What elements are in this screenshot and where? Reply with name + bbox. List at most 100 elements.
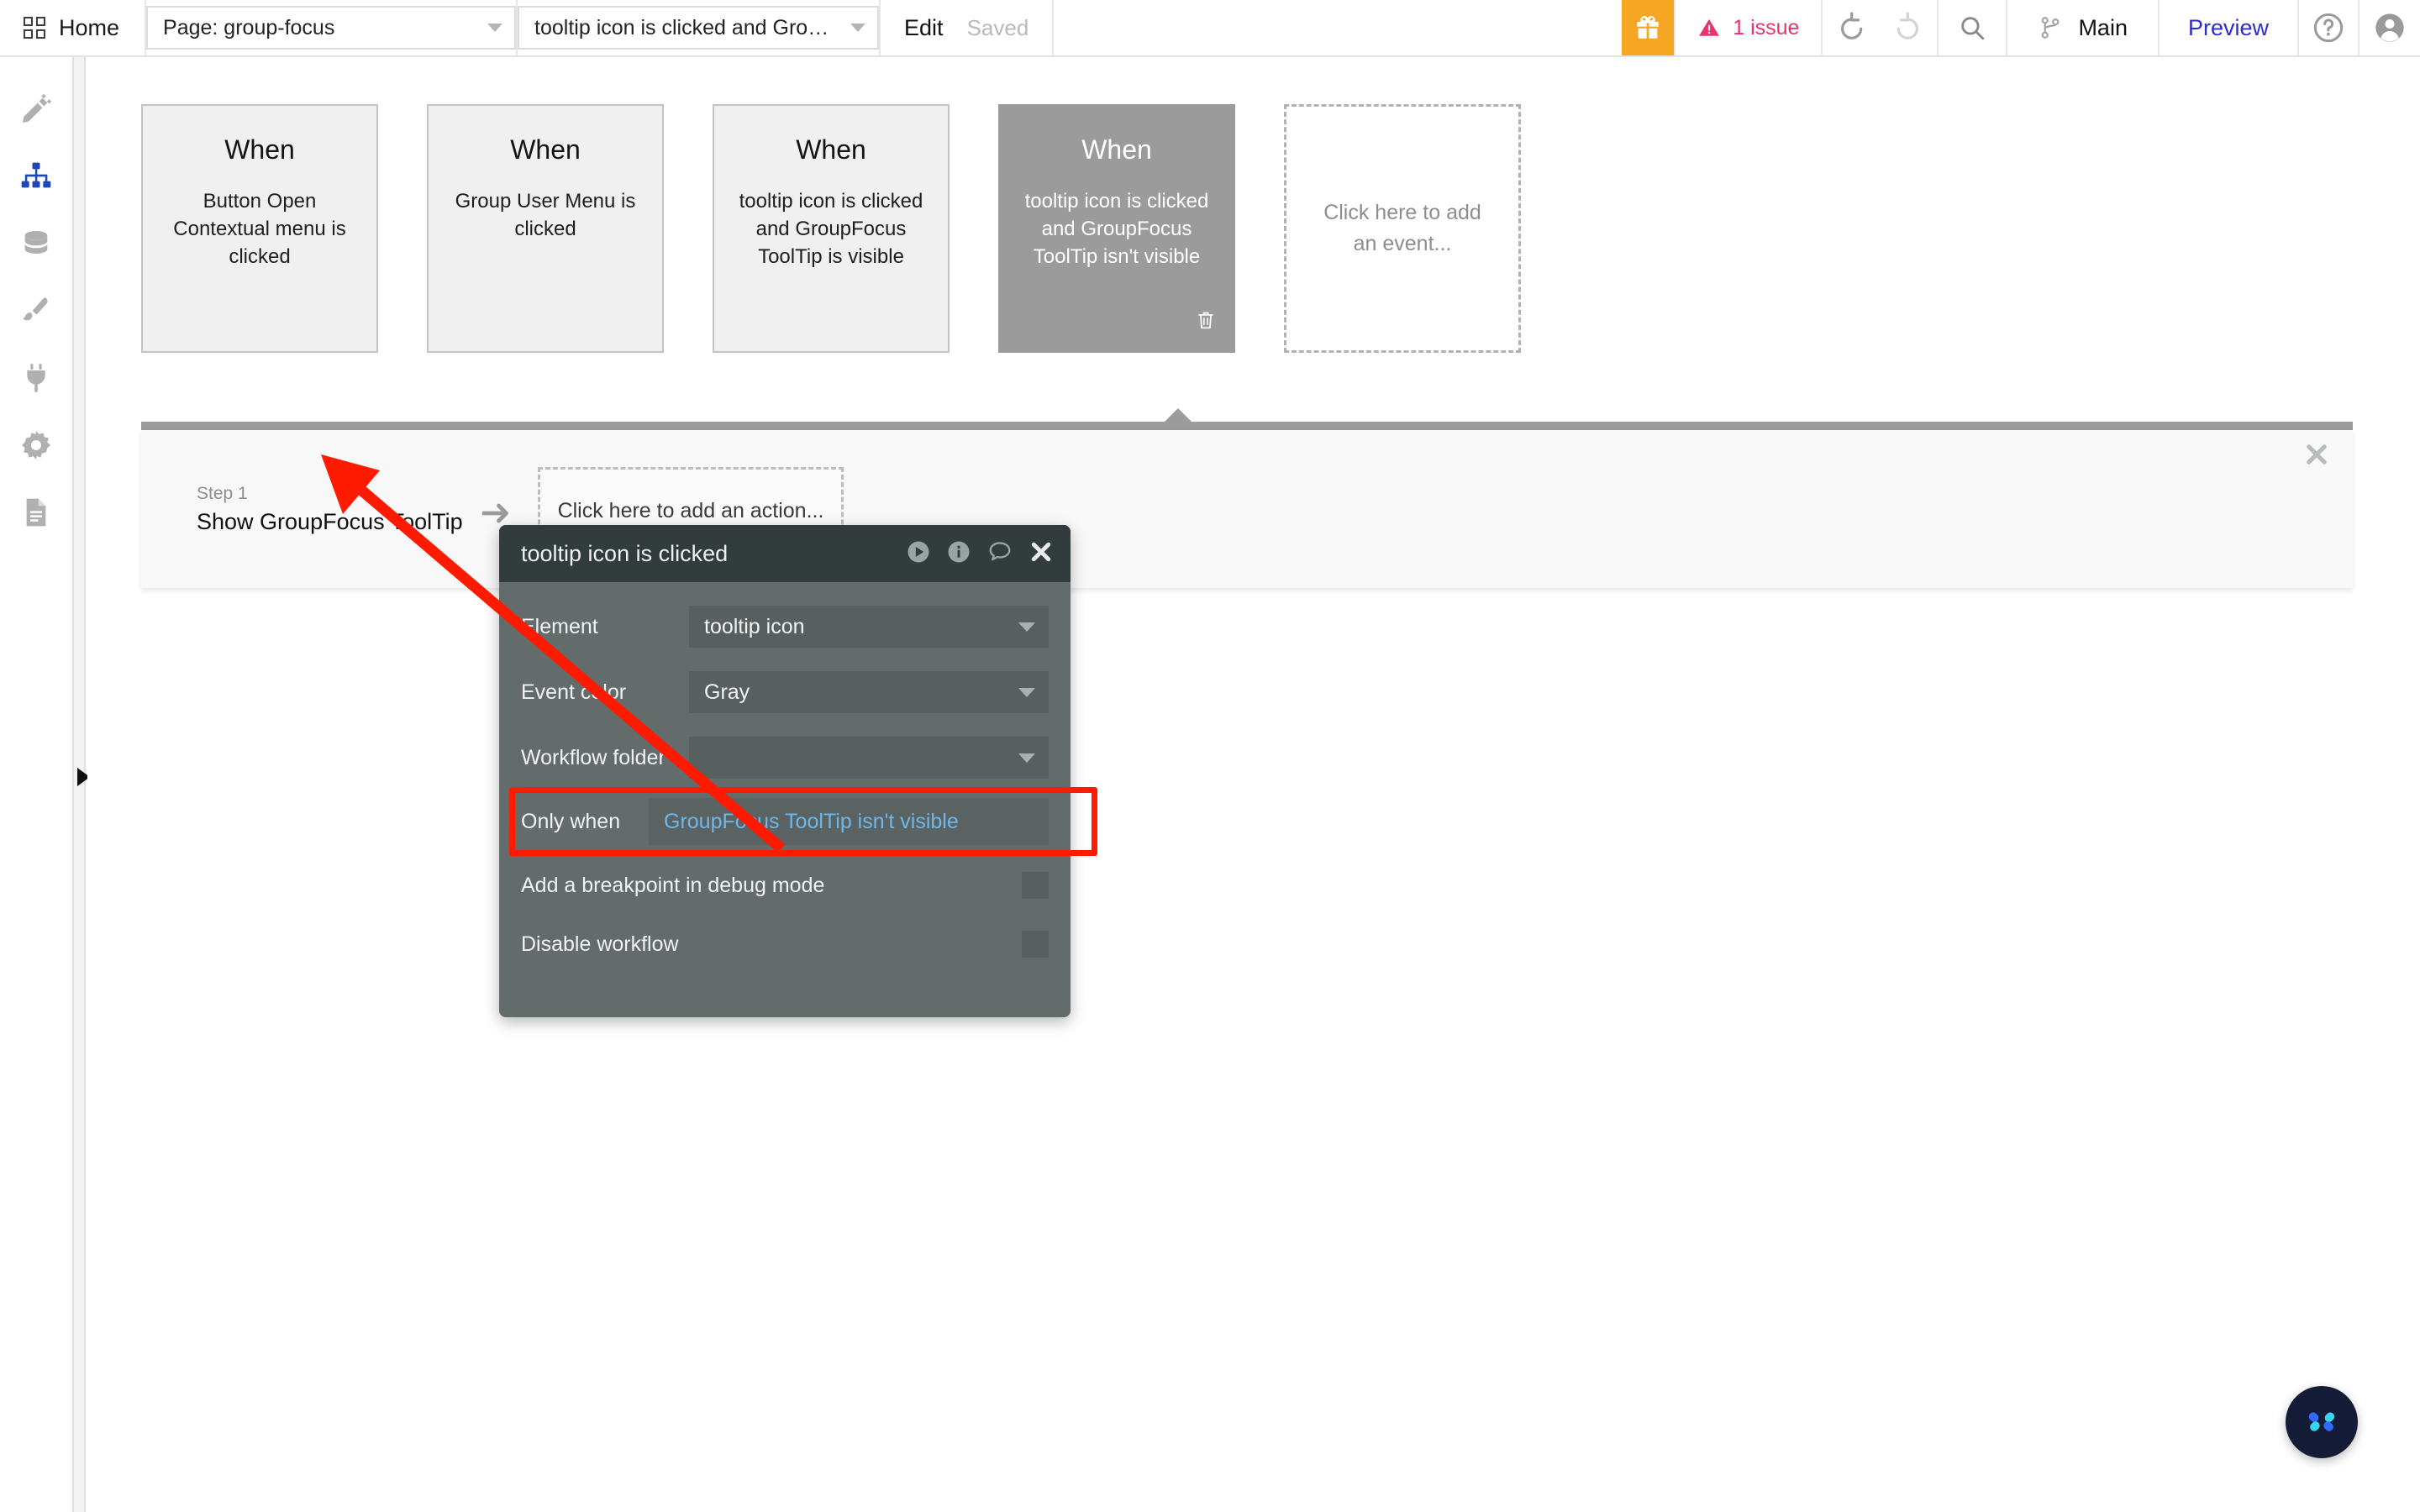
property-row-event-color: Event color Gray (521, 666, 1049, 718)
event-description: tooltip icon is clicked and GroupFocus T… (733, 187, 929, 270)
document-icon (19, 496, 53, 529)
user-avatar-button[interactable] (2360, 0, 2420, 55)
left-sidebar-rail (0, 57, 74, 1512)
step-panel: Step 1 Show GroupFocus ToolTip Click her… (141, 430, 2353, 588)
gift-button[interactable] (1622, 0, 1674, 55)
element-dropdown-value: tooltip icon (704, 615, 805, 639)
chevron-down-icon (1018, 753, 1035, 763)
events-row: When Button Open Contextual menu is clic… (141, 104, 1521, 353)
property-editor-panel: tooltip icon is clicked (499, 525, 1071, 1017)
paintbrush-icon (19, 294, 53, 328)
run-icon (906, 539, 931, 564)
sidebar-item-logs[interactable] (0, 479, 73, 546)
event-card[interactable]: When Group User Menu is clicked (427, 104, 664, 353)
event-card[interactable]: When Button Open Contextual menu is clic… (141, 104, 378, 353)
workflow-canvas: When Button Open Contextual menu is clic… (87, 57, 2420, 1512)
step-number-label: Step 1 (197, 484, 474, 504)
comment-button[interactable] (986, 539, 1013, 569)
undo-button[interactable] (1841, 10, 1873, 46)
close-step-panel-button[interactable] (2302, 440, 2331, 473)
redo-button[interactable] (1886, 10, 1918, 46)
info-button[interactable] (946, 539, 971, 569)
run-button[interactable] (906, 539, 931, 569)
page-selector-value: Page: group-focus (163, 16, 334, 40)
event-description: tooltip icon is clicked and GroupFocus T… (1018, 187, 1215, 270)
event-color-dropdown[interactable]: Gray (689, 671, 1049, 713)
search-icon (1958, 13, 1986, 42)
workflow-folder-dropdown[interactable] (689, 737, 1049, 779)
saved-status-label: Saved (967, 15, 1029, 41)
property-row-element: Element tooltip icon (521, 601, 1049, 653)
workflow-selector-value: tooltip icon is clicked and Group... (534, 16, 835, 40)
delete-event-button[interactable] (1195, 308, 1217, 336)
gift-icon (1634, 13, 1662, 42)
property-editor-title: tooltip icon is clicked (521, 541, 906, 567)
sidebar-item-design[interactable] (0, 76, 73, 143)
workflow-selector[interactable]: tooltip icon is clicked and Group... (518, 0, 881, 55)
disable-workflow-checkbox[interactable] (1022, 931, 1049, 958)
sidebar-item-settings[interactable] (0, 412, 73, 479)
preview-label: Preview (2188, 15, 2269, 41)
branch-selector[interactable]: Main (2007, 0, 2160, 55)
property-row-only-when: Only when GroupFocus ToolTip isn't visib… (521, 797, 1049, 846)
close-icon (1028, 539, 1054, 564)
home-label: Home (59, 15, 119, 41)
issue-count-label: 1 issue (1733, 16, 1799, 40)
chevron-down-icon (487, 24, 502, 32)
event-when-label: When (733, 134, 929, 165)
edit-mode-label[interactable]: Edit (904, 15, 944, 41)
event-card-selected[interactable]: When tooltip icon is clicked and GroupFo… (998, 104, 1235, 353)
search-button[interactable] (1939, 0, 2007, 55)
pencil-ruler-icon (19, 92, 53, 126)
redo-icon (1886, 10, 1918, 42)
issue-indicator[interactable]: 1 issue (1674, 0, 1823, 55)
undo-redo-group (1823, 0, 1939, 55)
property-editor-header: tooltip icon is clicked (499, 525, 1071, 582)
add-event-placeholder[interactable]: Click here to add an event... (1284, 104, 1521, 353)
grid-icon (24, 17, 45, 39)
sidebar-item-plugins[interactable] (0, 344, 73, 412)
sidebar-item-styles[interactable] (0, 277, 73, 344)
close-property-editor-button[interactable] (1028, 539, 1054, 569)
gear-icon (19, 428, 53, 462)
preview-button[interactable]: Preview (2160, 0, 2299, 55)
app-assistant-button[interactable] (2286, 1386, 2358, 1458)
property-row-breakpoint: Add a breakpoint in debug mode (521, 859, 1049, 911)
event-when-label: When (161, 134, 358, 165)
disable-workflow-label: Disable workflow (521, 932, 1022, 957)
event-card[interactable]: When tooltip icon is clicked and GroupFo… (713, 104, 950, 353)
breakpoint-checkbox[interactable] (1022, 872, 1049, 899)
branch-label: Main (2078, 15, 2128, 41)
sidebar-item-data[interactable] (0, 210, 73, 277)
warning-triangle-icon (1697, 17, 1721, 39)
only-when-expression[interactable]: GroupFocus ToolTip isn't visible (649, 798, 1049, 845)
help-circle-icon (2312, 11, 2345, 45)
comment-icon (986, 539, 1013, 564)
workflow-tree-icon (18, 160, 54, 193)
event-when-label: When (1018, 134, 1215, 165)
undo-icon (1841, 10, 1873, 42)
property-row-disable-workflow: Disable workflow (521, 918, 1049, 970)
element-dropdown[interactable]: tooltip icon (689, 606, 1049, 648)
step-name-label: Show GroupFocus ToolTip (197, 509, 474, 535)
event-color-dropdown-value: Gray (704, 680, 750, 705)
step-1[interactable]: Step 1 Show GroupFocus ToolTip (197, 484, 474, 535)
step-panel-separator (141, 422, 2353, 430)
chevron-down-icon (1018, 688, 1035, 697)
home-button[interactable]: Home (0, 0, 146, 55)
user-avatar-icon (2373, 11, 2407, 45)
info-icon (946, 539, 971, 564)
database-icon (19, 227, 53, 260)
help-button[interactable] (2299, 0, 2360, 55)
event-description: Button Open Contextual menu is clicked (161, 187, 358, 270)
event-when-label: When (447, 134, 644, 165)
edit-status-group: Edit Saved (881, 0, 1054, 55)
property-label: Event color (521, 680, 689, 705)
event-description: Group User Menu is clicked (447, 187, 644, 243)
only-when-label: Only when (521, 810, 649, 834)
property-editor-body: Element tooltip icon Event color Gray Wo… (499, 582, 1071, 970)
property-label: Workflow folder (521, 746, 689, 770)
sidebar-item-workflow[interactable] (0, 143, 73, 210)
plug-icon (19, 361, 53, 395)
page-selector[interactable]: Page: group-focus (146, 0, 518, 55)
